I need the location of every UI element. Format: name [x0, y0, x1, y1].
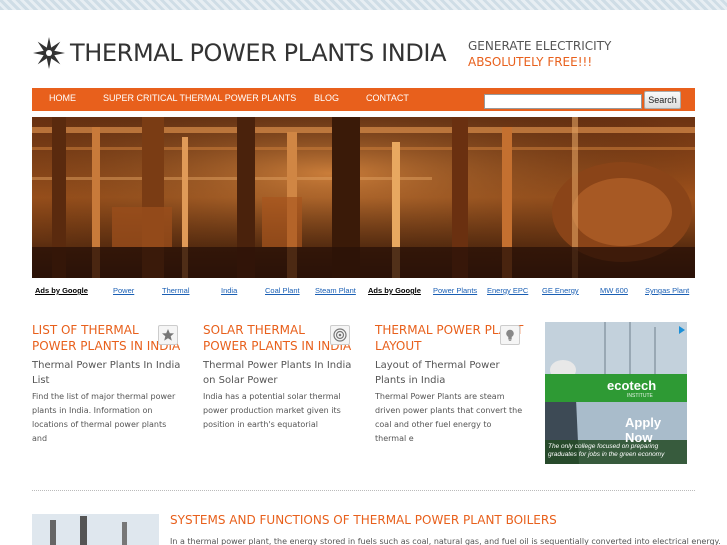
ad-link[interactable]: Energy EPC: [487, 286, 528, 295]
tagline: GENERATE ELECTRICITY ABSOLUTELY FREE!!!: [468, 38, 611, 70]
ad-brand: ecotech: [607, 378, 657, 393]
ad-link[interactable]: GE Energy: [542, 286, 579, 295]
chimney-image: [32, 514, 159, 545]
feature-description: Find the list of major thermal power pla…: [32, 392, 176, 443]
ad-link[interactable]: MW 600: [600, 286, 628, 295]
nav-item-home[interactable]: HOME: [49, 93, 76, 103]
feature-subtitle: Thermal Power Plants In India on Solar P…: [203, 360, 352, 386]
blog-thumbnail[interactable]: [32, 514, 159, 545]
nav-item-contact[interactable]: CONTACT: [366, 93, 409, 103]
feature-description: Thermal Power Plants are steam driven po…: [375, 392, 523, 443]
search-input[interactable]: [484, 94, 642, 109]
lightbulb-icon: [500, 325, 520, 345]
feature-description: India has a potential solar thermal powe…: [203, 392, 341, 429]
search-button[interactable]: Search: [644, 91, 681, 109]
blog-title[interactable]: SYSTEMS AND FUNCTIONS OF THERMAL POWER P…: [170, 513, 557, 527]
ad-apply-now[interactable]: Apply Now: [625, 415, 687, 445]
ad-brand-sub: INSTITUTE: [627, 393, 653, 399]
star-icon: [158, 325, 178, 345]
ads-by-google-label[interactable]: Ads by Google: [35, 286, 88, 295]
power-plant-interior-image: [32, 117, 695, 278]
ad-caption: The only college focused on preparing gr…: [548, 443, 686, 459]
starburst-logo-icon: [33, 37, 65, 69]
tagline-line-2: ABSOLUTELY FREE!!!: [468, 55, 593, 69]
ad-link[interactable]: Coal Plant: [265, 286, 300, 295]
target-icon: [330, 325, 350, 345]
ad-link[interactable]: Syngas Plant: [645, 286, 689, 295]
hero-image: [32, 117, 695, 278]
ad-link[interactable]: Power Plants: [433, 286, 477, 295]
ads-by-google-label[interactable]: Ads by Google: [368, 286, 421, 295]
ecotech-ad-banner[interactable]: ecotech INSTITUTE Apply Now The only col…: [545, 322, 687, 464]
ad-link[interactable]: Power: [113, 286, 134, 295]
main-nav: HOME SUPER CRITICAL THERMAL POWER PLANTS…: [32, 88, 695, 111]
ads-link-bar: Ads by Google Power Thermal India Coal P…: [32, 286, 695, 298]
feature-subtitle: Layout of Thermal Power Plants in India: [375, 360, 500, 386]
tagline-line-1: GENERATE ELECTRICITY: [468, 39, 612, 53]
site-title[interactable]: THERMAL POWER PLANTS INDIA: [70, 39, 447, 67]
nav-item-super-critical[interactable]: SUPER CRITICAL THERMAL POWER PLANTS: [103, 93, 296, 103]
ad-caption-line: The only college focused on preparing: [548, 443, 659, 450]
section-divider: [32, 490, 695, 491]
ad-caption-line: graduates for jobs in the green economy: [548, 451, 665, 458]
ad-link[interactable]: Steam Plant: [315, 286, 356, 295]
top-decorative-band: [0, 0, 727, 10]
ad-link[interactable]: Thermal: [162, 286, 190, 295]
blog-excerpt: In a thermal power plant, the energy sto…: [170, 537, 721, 545]
nav-item-blog[interactable]: BLOG: [314, 93, 339, 103]
feature-subtitle: Thermal Power Plants In India List: [32, 360, 181, 386]
ad-link[interactable]: India: [221, 286, 237, 295]
site-logo[interactable]: THERMAL POWER PLANTS INDIA: [32, 36, 447, 70]
